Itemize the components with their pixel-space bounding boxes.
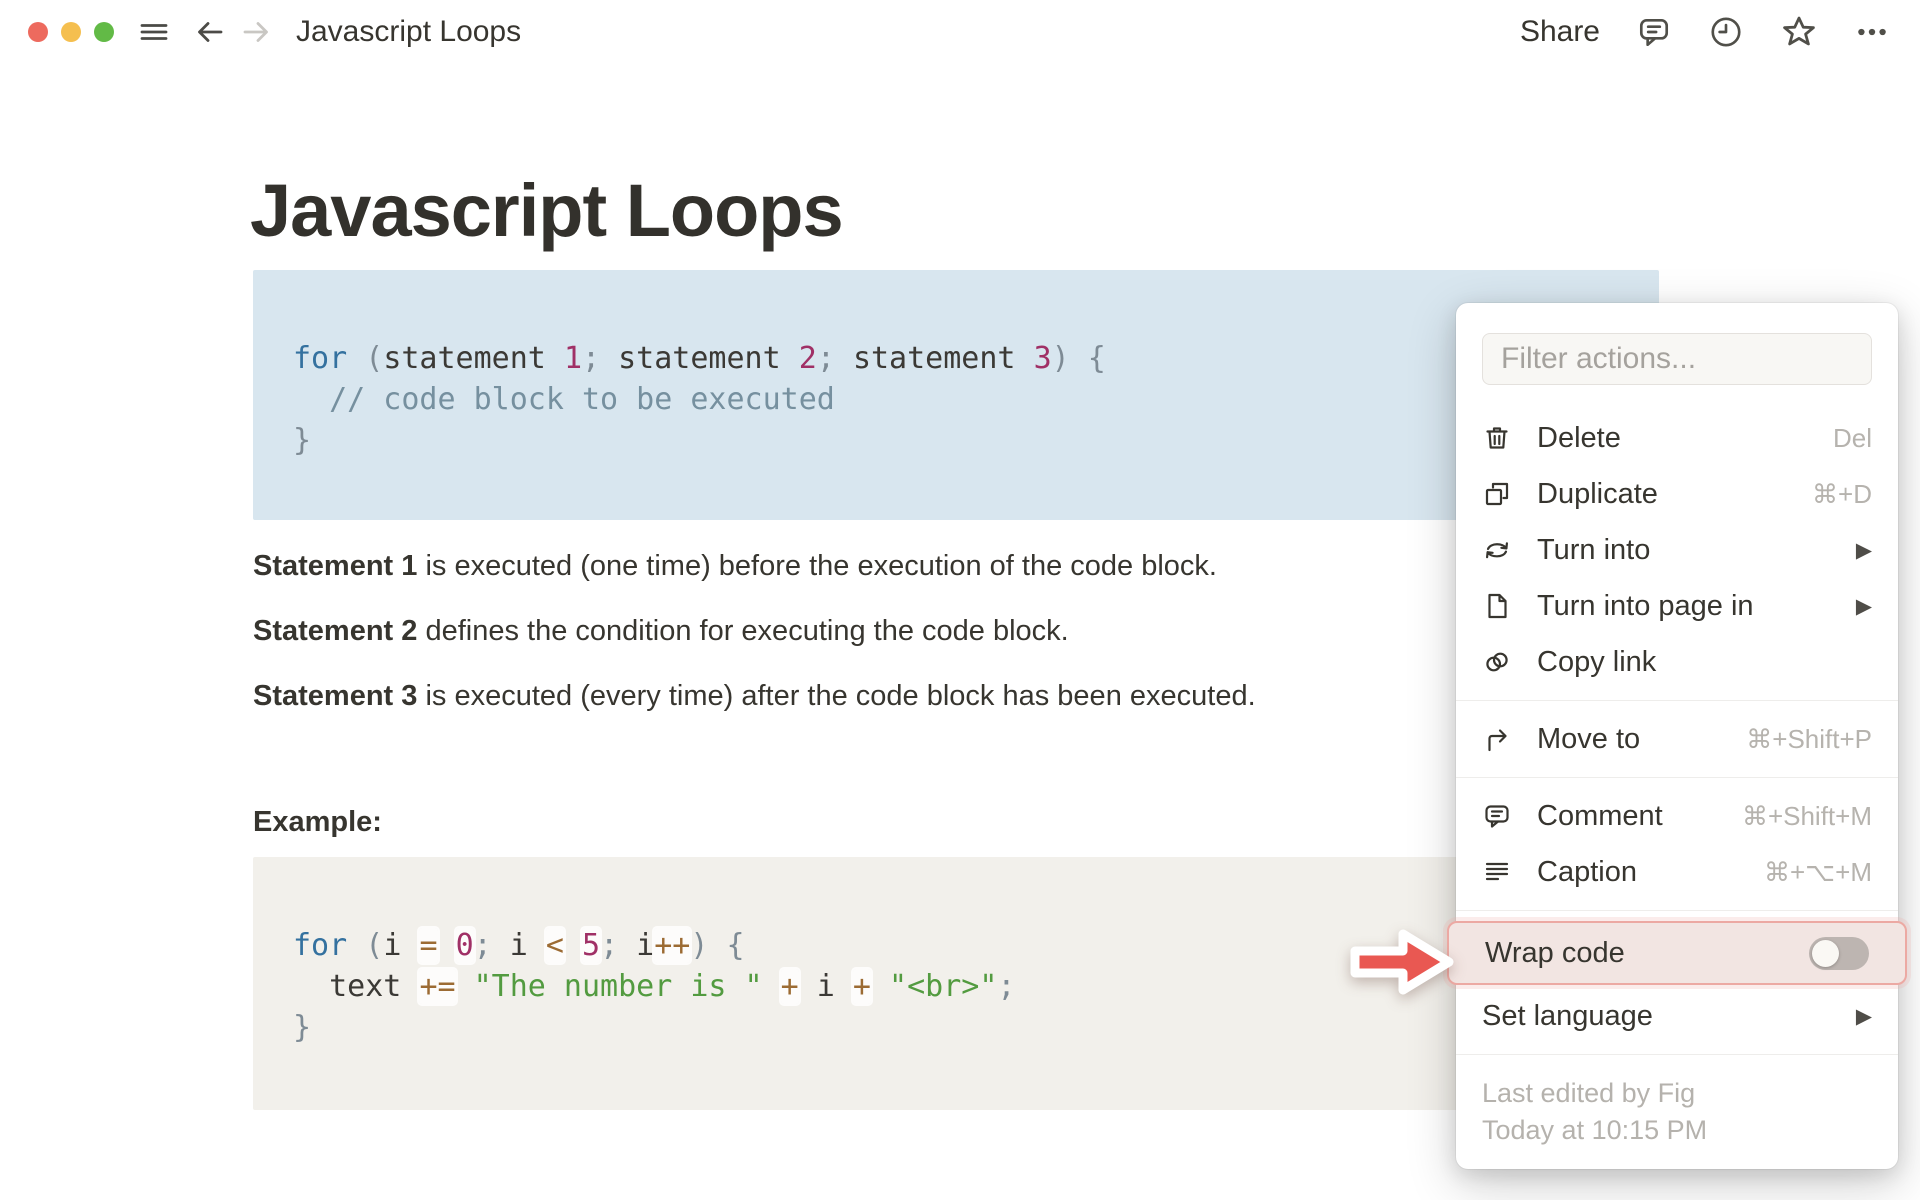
menu-item-label: Turn into xyxy=(1537,533,1651,566)
share-button[interactable]: Share xyxy=(1520,15,1600,49)
duplicate-icon xyxy=(1482,479,1512,509)
example-label[interactable]: Example: xyxy=(253,806,382,839)
history-clock-icon[interactable] xyxy=(1708,14,1744,50)
traffic-lights xyxy=(28,22,114,42)
comments-icon[interactable] xyxy=(1636,14,1672,50)
code-line: } xyxy=(293,1010,312,1045)
shortcut-hint: ⌘+Shift+P xyxy=(1746,723,1872,754)
shortcut-hint: ⌘+Shift+M xyxy=(1741,800,1872,831)
code-line: // code block to be executed xyxy=(329,382,835,417)
menu-divider xyxy=(1456,910,1898,911)
menu-item-comment[interactable]: Comment ⌘+Shift+M xyxy=(1456,788,1898,844)
menu-item-turn-into[interactable]: Turn into ▶ xyxy=(1456,522,1898,578)
menu-item-set-language[interactable]: Set language ▶ xyxy=(1456,988,1898,1044)
shortcut-hint: Del xyxy=(1832,422,1872,453)
forward-icon[interactable] xyxy=(240,15,274,49)
menu-item-copy-link[interactable]: Copy link xyxy=(1456,634,1898,690)
filter-actions-input[interactable] xyxy=(1482,333,1872,385)
menu-item-label: Comment xyxy=(1537,799,1663,832)
minimize-window-button[interactable] xyxy=(61,22,81,42)
submenu-arrow-icon: ▶ xyxy=(1855,594,1872,618)
menu-item-wrap-code[interactable]: Wrap code xyxy=(1447,921,1907,985)
red-pointer-arrow xyxy=(1350,929,1454,995)
menu-divider xyxy=(1456,777,1898,778)
trash-icon xyxy=(1482,423,1512,453)
page-icon xyxy=(1482,591,1512,621)
menu-item-label: Copy link xyxy=(1537,645,1657,678)
window-toolbar: Javascript Loops Share xyxy=(0,0,1920,64)
link-icon xyxy=(1482,647,1512,677)
text-block-statement-3[interactable]: Statement 3 is executed (every time) aft… xyxy=(253,679,1256,714)
comment-icon xyxy=(1482,801,1512,831)
menu-item-label: Caption xyxy=(1537,855,1637,888)
menu-item-label: Set language xyxy=(1482,999,1653,1032)
menu-footer: Last edited by Fig Today at 10:15 PM xyxy=(1456,1065,1898,1163)
back-icon[interactable] xyxy=(192,15,226,49)
menu-item-turn-into-page-in[interactable]: Turn into page in ▶ xyxy=(1456,578,1898,634)
shortcut-hint: ⌘+D xyxy=(1812,478,1872,509)
last-edited-by: Last edited by Fig xyxy=(1482,1078,1696,1108)
menu-item-caption[interactable]: Caption ⌘+⌥+M xyxy=(1456,844,1898,900)
menu-item-label: Duplicate xyxy=(1537,477,1658,510)
code-line: for (statement 1; statement 2; statement… xyxy=(293,341,1106,376)
caption-icon xyxy=(1482,857,1512,887)
page-title[interactable]: Javascript Loops xyxy=(250,168,844,253)
move-to-icon xyxy=(1482,724,1512,754)
turn-into-icon xyxy=(1482,535,1512,565)
menu-item-label: Delete xyxy=(1537,421,1621,454)
menu-item-duplicate[interactable]: Duplicate ⌘+D xyxy=(1456,466,1898,522)
notion-window: Javascript Loops Share Javascript Loops … xyxy=(0,0,1920,1200)
menu-item-label: Move to xyxy=(1537,722,1641,755)
last-edited-time: Today at 10:15 PM xyxy=(1482,1115,1708,1145)
zoom-window-button[interactable] xyxy=(94,22,114,42)
submenu-arrow-icon: ▶ xyxy=(1855,538,1872,562)
wrap-code-toggle[interactable] xyxy=(1809,936,1869,970)
favorite-star-icon[interactable] xyxy=(1780,13,1818,51)
shortcut-hint: ⌘+⌥+M xyxy=(1764,856,1872,887)
block-context-menu: DeleteDelDuplicate⌘+DTurn into▶Turn into… xyxy=(1447,303,1907,1169)
menu-divider xyxy=(1456,700,1898,701)
menu-item-delete[interactable]: Delete Del xyxy=(1456,410,1898,466)
more-options-icon[interactable] xyxy=(1854,14,1890,50)
menu-item-label: Wrap code xyxy=(1485,936,1625,969)
sidebar-menu-icon[interactable] xyxy=(138,16,170,48)
text-block-statement-1[interactable]: Statement 1 is executed (one time) befor… xyxy=(253,549,1217,584)
code-line: } xyxy=(293,423,312,458)
menu-divider xyxy=(1456,1054,1898,1055)
menu-item-label: Turn into page in xyxy=(1537,589,1754,622)
menu-item-move-to[interactable]: Move to ⌘+Shift+P xyxy=(1456,711,1898,767)
code-block-syntax[interactable]: for (statement 1; statement 2; statement… xyxy=(253,270,1659,520)
submenu-arrow-icon: ▶ xyxy=(1855,1004,1872,1028)
close-window-button[interactable] xyxy=(28,22,48,42)
toggle-knob xyxy=(1812,939,1839,967)
breadcrumb-title: Javascript Loops xyxy=(296,15,522,48)
text-block-statement-2[interactable]: Statement 2 defines the condition for ex… xyxy=(253,614,1069,649)
